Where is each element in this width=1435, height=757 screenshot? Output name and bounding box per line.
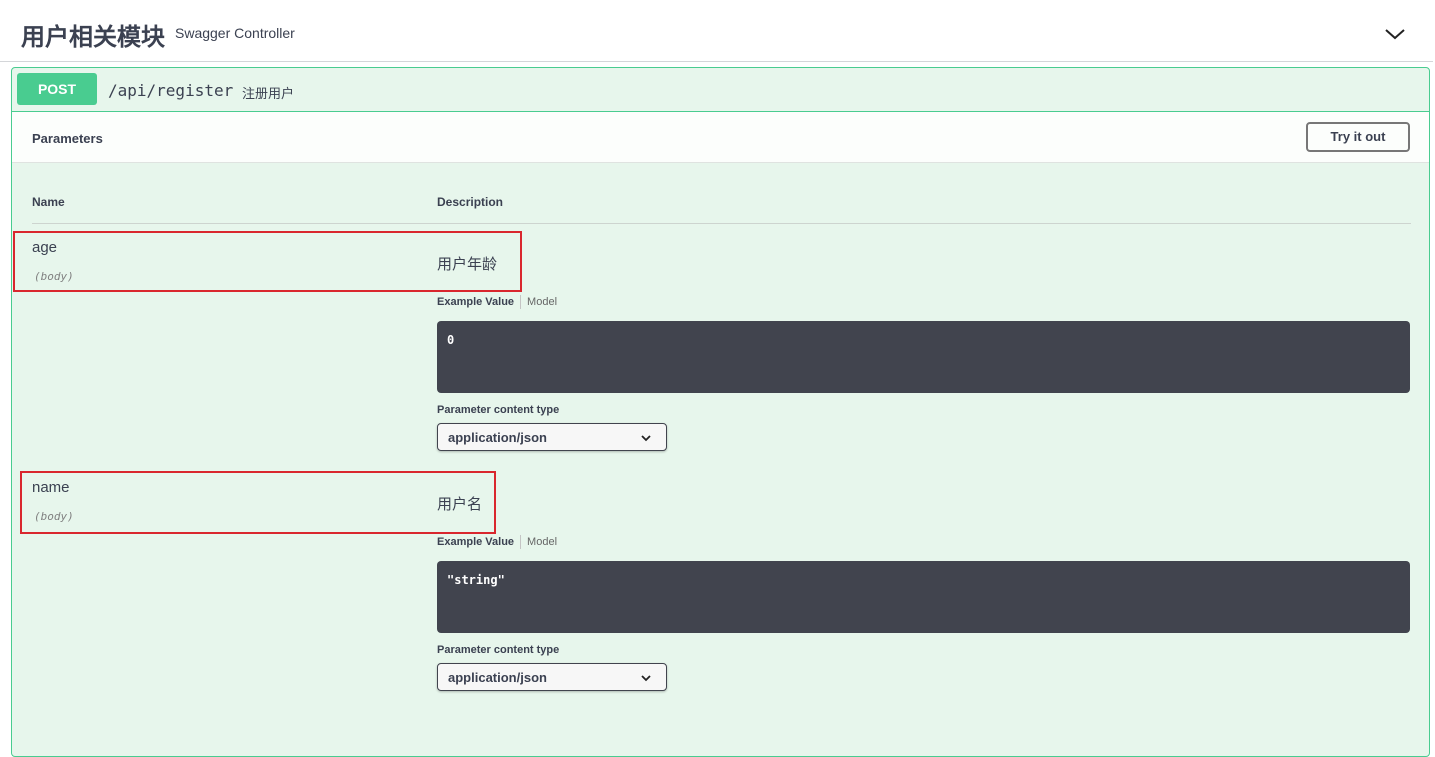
tag-description: Swagger Controller (175, 25, 295, 41)
example-value-code-name[interactable]: "string" (437, 561, 1410, 633)
parameters-header: Parameters Try it out (12, 112, 1429, 163)
highlight-box-age (13, 231, 522, 292)
column-header-description: Description (437, 195, 504, 209)
try-it-out-button[interactable]: Try it out (1306, 122, 1410, 152)
content-type-label-age: Parameter content type (437, 404, 560, 416)
example-tabs-age: Example Value Model (437, 295, 557, 309)
example-tabs-name: Example Value Model (437, 535, 557, 549)
tab-divider (520, 295, 522, 309)
chevron-down-icon (640, 432, 652, 444)
tag-header[interactable]: 用户相关模块 Swagger Controller (0, 0, 1433, 62)
endpoint-path: /api/register (108, 81, 234, 100)
column-header-name: Name (32, 195, 65, 209)
model-tab[interactable]: Model (527, 536, 557, 548)
example-value-tab[interactable]: Example Value (437, 536, 514, 548)
opblock-summary[interactable]: POST /api/register 注册用户 (12, 68, 1429, 112)
content-type-select-name[interactable]: application/json (437, 663, 667, 691)
parameters-title: Parameters (32, 131, 103, 146)
method-badge: POST (17, 73, 97, 105)
example-value-code-age[interactable]: 0 (437, 321, 1410, 393)
tab-divider (520, 535, 522, 549)
highlight-box-name (20, 471, 496, 534)
select-value: application/json (448, 430, 547, 445)
chevron-down-icon (640, 672, 652, 684)
model-tab[interactable]: Model (527, 296, 557, 308)
chevron-down-icon[interactable] (1381, 20, 1409, 48)
endpoint-summary: 注册用户 (242, 86, 295, 101)
tag-title: 用户相关模块 (21, 24, 165, 51)
select-value: application/json (448, 670, 547, 685)
content-type-select-age[interactable]: application/json (437, 423, 667, 451)
example-value-tab[interactable]: Example Value (437, 296, 514, 308)
content-type-label-name: Parameter content type (437, 644, 560, 656)
header-divider (32, 223, 1411, 224)
opblock-post-register: POST /api/register 注册用户 Parameters Try i… (11, 67, 1430, 757)
